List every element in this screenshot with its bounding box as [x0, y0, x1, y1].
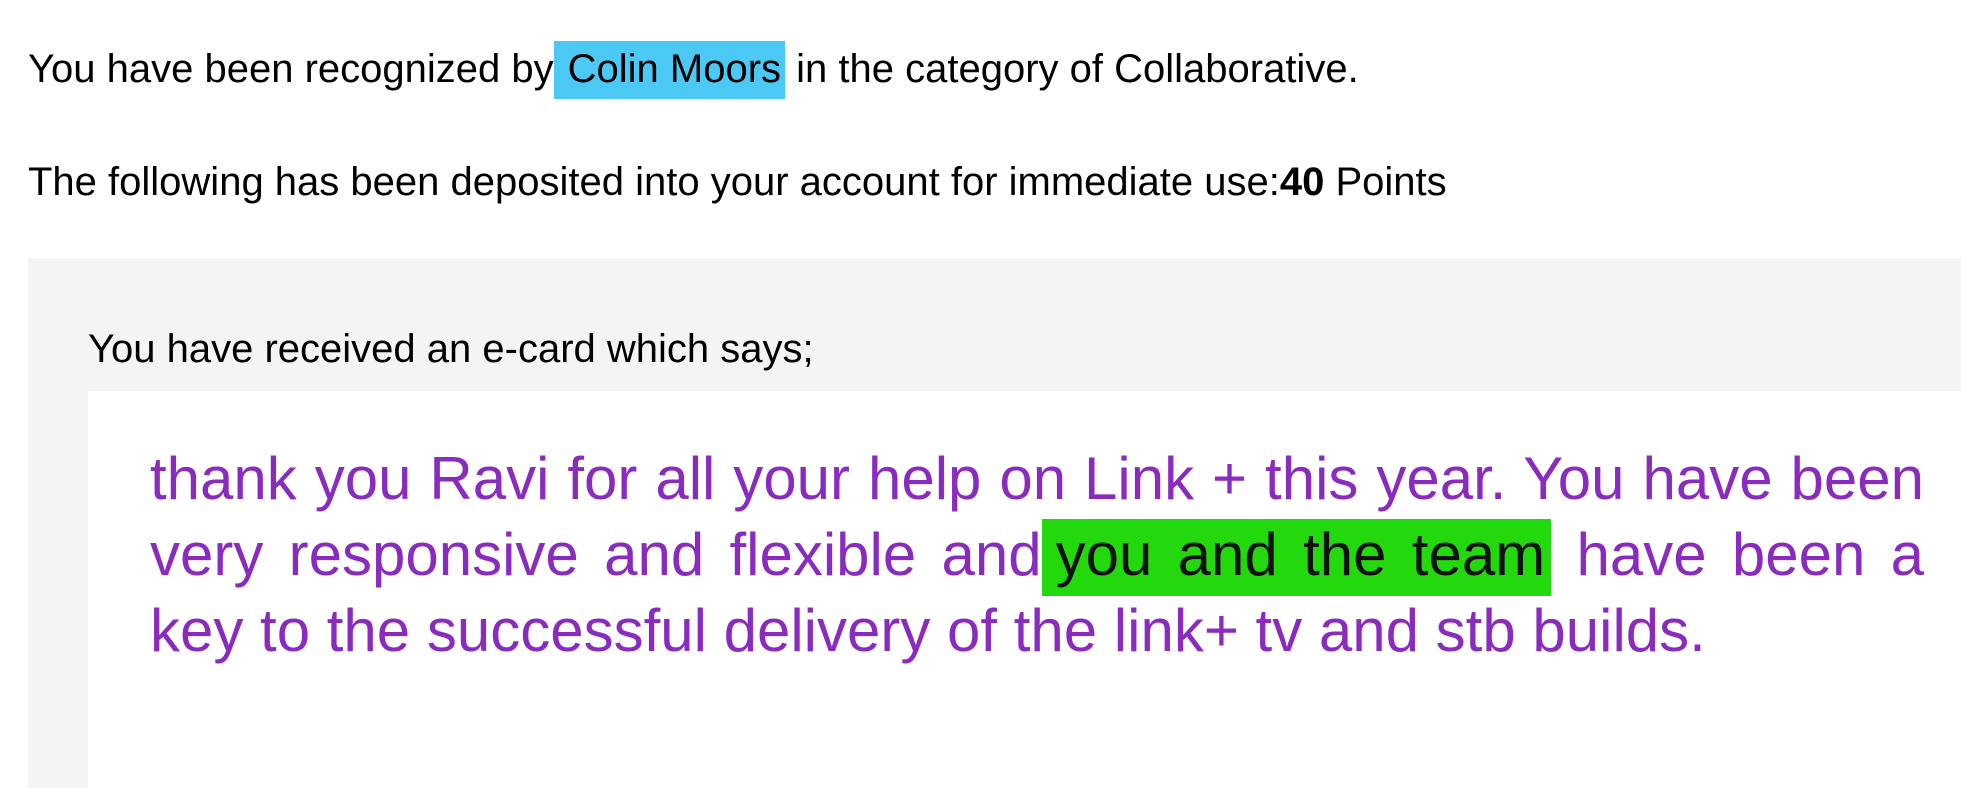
recognition-prefix: You have been recognized by — [28, 47, 554, 91]
recognition-line: You have been recognized by Colin Moors i… — [28, 41, 1359, 99]
ecard-intro: You have received an e-card which says; — [88, 327, 814, 371]
ecard-message: thank you Ravi for all your help on Link… — [150, 441, 1924, 669]
sender-name: Colin Moors — [553, 41, 786, 99]
recognition-suffix: in the category of Collaborative. — [796, 47, 1359, 91]
deposit-line: The following has been deposited into yo… — [28, 158, 1447, 206]
points-value: 40 — [1279, 160, 1325, 204]
ecard-panel: You have received an e-card which says; … — [28, 258, 1961, 788]
points-unit: Points — [1335, 160, 1447, 204]
ecard-message-highlight: you and the team — [1041, 519, 1552, 596]
ecard-card: thank you Ravi for all your help on Link… — [88, 391, 1961, 788]
deposit-prefix: The following has been deposited into yo… — [28, 160, 1280, 204]
